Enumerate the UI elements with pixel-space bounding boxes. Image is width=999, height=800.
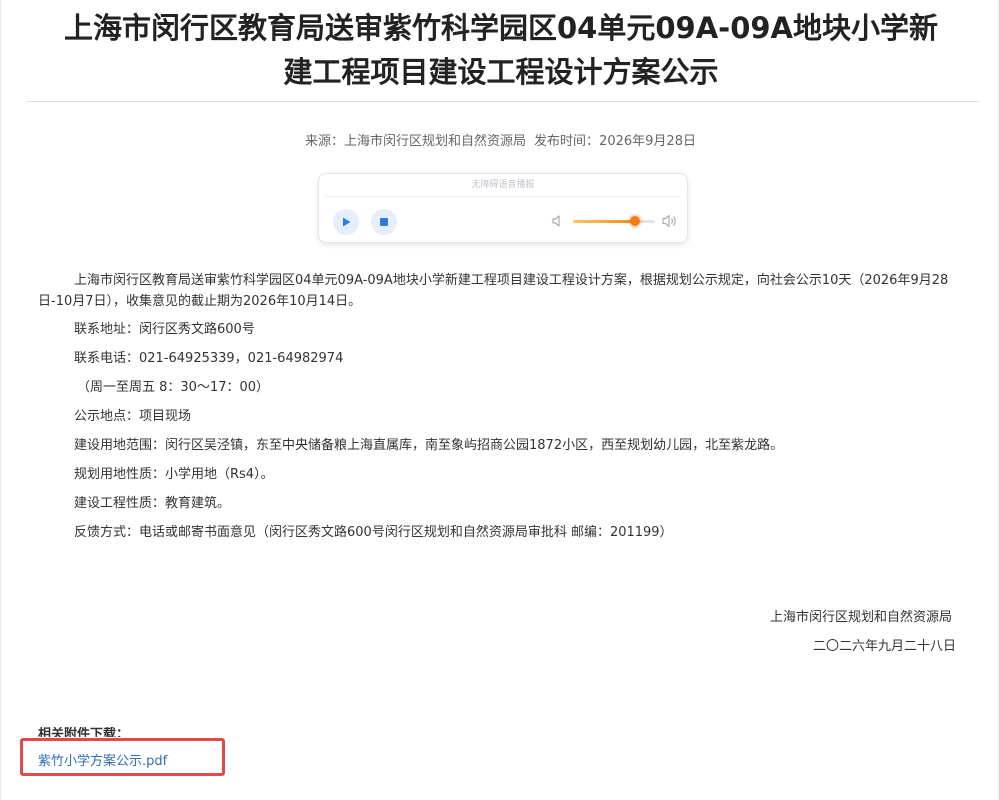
audio-player: 无障碍语音播报 — [318, 173, 688, 243]
feedback-method: 反馈方式：电话或邮寄书面意见（闵行区秀文路600号闵行区规划和自然资源局审批科 … — [74, 525, 673, 540]
page-title-line-2: 建工程项目建设工程设计方案公示 — [283, 55, 719, 89]
contact-address: 联系地址：闵行区秀文路600号 — [74, 322, 255, 337]
article-meta: 来源：上海市闵行区规划和自然资源局 发布时间：2026年9月28日 — [1, 133, 999, 151]
publish-date: 2026年9月28日 — [599, 134, 696, 149]
volume-slider[interactable] — [573, 216, 655, 226]
source-label: 来源： — [305, 134, 345, 149]
notice-location: 公示地点：项目现场 — [74, 409, 192, 424]
stop-icon — [380, 218, 388, 226]
stop-button[interactable] — [371, 209, 397, 235]
volume-slider-fill — [573, 220, 635, 223]
intro-paragraph: 上海市闵行区教育局送审紫竹科学园区04单元09A-09A地块小学新建工程项目建设… — [38, 273, 949, 309]
volume-high-icon[interactable] — [661, 213, 679, 229]
signature-date: 二〇二六年九月二十八日 — [813, 639, 957, 654]
signature-org: 上海市闵行区规划和自然资源局 — [770, 610, 953, 625]
page: 上海市闵行区教育局送审紫竹科学园区04单元09A-09A地块小学新 建工程项目建… — [0, 0, 999, 800]
source-value: 上海市闵行区规划和自然资源局 — [344, 134, 527, 149]
audio-player-divider — [325, 196, 681, 197]
contact-phone: 联系电话：021-64925339，021-64982974 — [74, 351, 344, 366]
volume-low-icon[interactable] — [551, 214, 565, 228]
audio-player-label: 无障碍语音播报 — [471, 180, 535, 190]
play-button[interactable] — [333, 209, 359, 235]
land-use-type: 规划用地性质：小学用地（Rs4）。 — [74, 467, 274, 482]
publish-label: 发布时间： — [534, 134, 600, 149]
title-divider — [27, 101, 979, 102]
project-nature: 建设工程性质：教育建筑。 — [74, 496, 231, 511]
land-scope: 建设用地范围：闵行区吴泾镇，东至中央储备粮上海直属库，南至象屿招商公园1872小… — [74, 438, 784, 453]
page-title-line-1: 上海市闵行区教育局送审紫竹科学园区04单元09A-09A地块小学新 — [64, 11, 938, 45]
play-icon — [343, 217, 351, 227]
attachment-link-pdf[interactable]: 紫竹小学方案公示.pdf — [38, 753, 167, 771]
page-title: 上海市闵行区教育局送审紫竹科学园区04单元09A-09A地块小学新 建工程项目建… — [61, 6, 941, 94]
office-hours: （周一至周五 8：30～17：00） — [77, 380, 270, 395]
volume-slider-handle[interactable] — [629, 216, 640, 226]
attachments-label: 相关附件下载： — [38, 727, 130, 737]
